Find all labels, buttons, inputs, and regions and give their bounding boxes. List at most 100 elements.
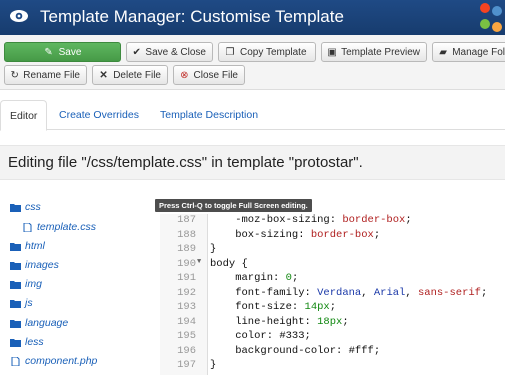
code-token: ; bbox=[342, 315, 349, 328]
line-number: 194 bbox=[177, 315, 196, 328]
tree-folder-img[interactable]: img bbox=[10, 278, 42, 290]
code-text: font-size: 14px; bbox=[210, 301, 336, 313]
delete-file-button[interactable]: ✕ Delete File bbox=[92, 65, 168, 85]
code-token: Verdana bbox=[317, 286, 362, 299]
code-token: , bbox=[405, 286, 418, 299]
code-token: ; bbox=[304, 330, 311, 342]
tree-file-component-php[interactable]: component.php bbox=[10, 355, 97, 367]
code-line[interactable]: 196 background-color: #fff; bbox=[160, 345, 505, 360]
code-line[interactable]: 190 ▼ body { bbox=[160, 258, 505, 273]
code-line[interactable]: 194 line-height: 18px; bbox=[160, 316, 505, 331]
code-token: body { bbox=[210, 257, 248, 270]
file-icon bbox=[11, 356, 20, 366]
template-preview-label: Template Preview bbox=[341, 46, 420, 58]
tree-item-label: css bbox=[25, 201, 41, 213]
tree-folder-images[interactable]: images bbox=[10, 259, 59, 271]
cancel-circle-icon: ⊗ bbox=[180, 69, 189, 81]
eye-icon bbox=[10, 10, 28, 22]
tree-folder-html[interactable]: html bbox=[10, 240, 45, 252]
copy-template-button[interactable]: ❐ Copy Template bbox=[218, 42, 316, 62]
tree-folder-js[interactable]: js bbox=[10, 297, 33, 309]
code-text: color: #333; bbox=[210, 330, 311, 342]
line-number: 196 bbox=[177, 344, 196, 357]
tab-create-overrides[interactable]: Create Overrides bbox=[50, 100, 148, 130]
copy-template-label: Copy Template bbox=[240, 46, 307, 58]
code-token: ; bbox=[291, 272, 299, 284]
tree-folder-less[interactable]: less bbox=[10, 336, 44, 348]
code-token: 14px bbox=[304, 301, 330, 313]
delete-file-label: Delete File bbox=[113, 69, 161, 81]
tab-bar: Editor Create Overrides Template Descrip… bbox=[0, 100, 505, 131]
code-token: border-box bbox=[342, 214, 406, 226]
code-line[interactable]: 187 -moz-box-sizing: border-box; bbox=[160, 214, 505, 229]
code-token: , bbox=[361, 286, 374, 299]
tree-item-label: template.css bbox=[37, 221, 96, 233]
line-number: 195 bbox=[177, 330, 196, 342]
rename-file-label: Rename File bbox=[23, 69, 80, 81]
code-token: border-box bbox=[310, 228, 374, 241]
line-number: 192 bbox=[177, 286, 196, 299]
code-text: background-color: #fff; bbox=[210, 345, 380, 357]
code-line[interactable]: 192 font-family: Verdana, Arial, sans-se… bbox=[160, 287, 505, 302]
tree-file-template-css[interactable]: template.css bbox=[22, 221, 96, 233]
toolbar: ✎ Save ✔ Save & Close ❐ Copy Template ▣ … bbox=[0, 35, 505, 90]
x-icon: ✕ bbox=[99, 69, 108, 81]
code-token: background-color: bbox=[210, 344, 349, 357]
code-token: 18px bbox=[317, 315, 343, 328]
code-token: ; bbox=[329, 301, 337, 313]
line-number: 188 bbox=[177, 228, 196, 241]
app-header: Template Manager: Customise Template bbox=[0, 0, 505, 35]
folder-icon bbox=[10, 319, 21, 328]
editing-file-banner: Editing file "/css/template.css" in temp… bbox=[0, 145, 505, 180]
line-number: 190 bbox=[177, 257, 196, 270]
manage-folders-button[interactable]: ▰ Manage Fol bbox=[432, 42, 505, 62]
file-icon bbox=[23, 222, 32, 232]
rename-file-button[interactable]: ↻ Rename File bbox=[4, 65, 87, 85]
code-text: line-height: 18px; bbox=[210, 315, 349, 328]
code-line[interactable]: 188 box-sizing: border-box; bbox=[160, 229, 505, 244]
code-text: margin: 0; bbox=[210, 272, 298, 284]
check-icon: ✔ bbox=[132, 46, 141, 58]
code-token: margin: bbox=[210, 272, 286, 284]
code-text: body { bbox=[210, 258, 248, 270]
code-text: box-sizing: border-box; bbox=[210, 229, 380, 241]
folder-icon bbox=[10, 242, 21, 251]
file-tree: css template.css html images img js lang… bbox=[0, 195, 150, 375]
tab-editor[interactable]: Editor bbox=[0, 100, 48, 131]
code-line[interactable]: 195 color: #333; bbox=[160, 330, 505, 345]
code-line[interactable]: 191 margin: 0; bbox=[160, 272, 505, 287]
code-token: line-height: bbox=[210, 315, 318, 328]
tab-template-description[interactable]: Template Description bbox=[151, 100, 267, 130]
code-token: Arial bbox=[373, 286, 406, 299]
code-token: ; bbox=[405, 214, 412, 226]
code-editor[interactable]: 187 -moz-box-sizing: border-box; 188 box-… bbox=[160, 214, 505, 375]
folder-icon bbox=[10, 280, 21, 289]
code-token: ; bbox=[373, 228, 381, 241]
tree-folder-css[interactable]: css bbox=[10, 201, 41, 213]
line-number: 191 bbox=[177, 272, 196, 284]
close-file-label: Close File bbox=[193, 69, 238, 81]
template-preview-button[interactable]: ▣ Template Preview bbox=[321, 42, 427, 62]
tree-item-label: less bbox=[25, 336, 44, 348]
save-button[interactable]: ✎ Save bbox=[4, 42, 121, 62]
save-close-button[interactable]: ✔ Save & Close bbox=[126, 42, 213, 62]
tree-item-label: component.php bbox=[25, 355, 98, 367]
folder-icon: ▰ bbox=[439, 46, 447, 58]
tree-folder-language[interactable]: language bbox=[10, 317, 68, 329]
close-file-button[interactable]: ⊗ Close File bbox=[173, 65, 245, 85]
code-line[interactable]: 189} bbox=[160, 243, 505, 258]
tree-item-label: img bbox=[25, 278, 42, 290]
code-text: font-family: Verdana, Arial, sans-serif; bbox=[210, 287, 487, 299]
code-token: box-sizing: bbox=[210, 228, 311, 241]
code-token: #fff bbox=[348, 344, 374, 357]
code-line[interactable]: 197} bbox=[160, 359, 505, 374]
line-number: 187 bbox=[177, 214, 196, 226]
folder-icon bbox=[10, 299, 21, 308]
code-token: } bbox=[210, 359, 217, 371]
save-close-label: Save & Close bbox=[145, 46, 206, 58]
line-number: 197 bbox=[177, 359, 196, 371]
code-token: ; bbox=[373, 344, 381, 357]
fold-toggle-icon[interactable]: ▼ bbox=[197, 258, 201, 266]
tree-item-label: images bbox=[25, 259, 59, 271]
code-line[interactable]: 193 font-size: 14px; bbox=[160, 301, 505, 316]
